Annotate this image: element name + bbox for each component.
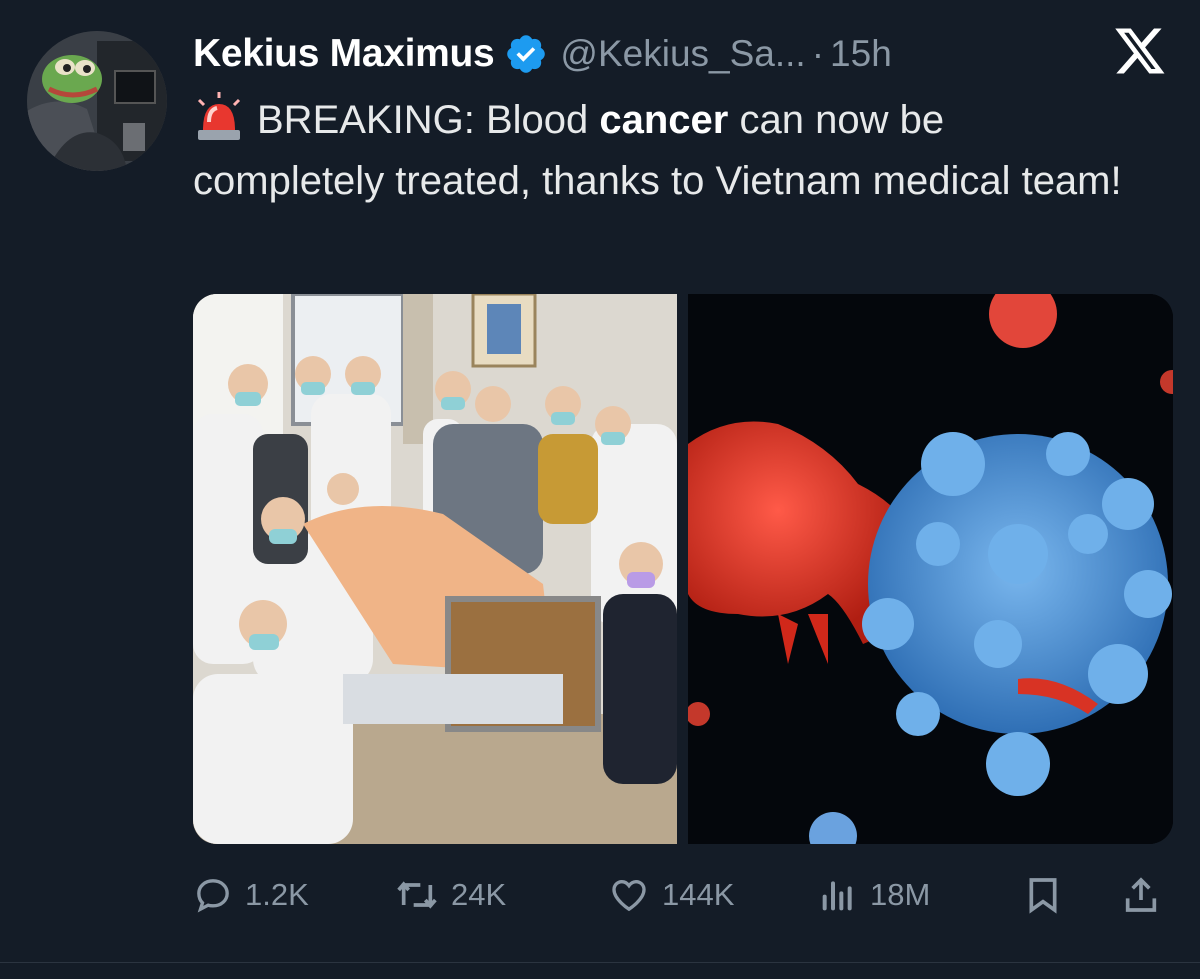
- hospital-group-photo[interactable]: [193, 294, 677, 844]
- rotating-light-icon: [197, 92, 241, 140]
- hospital-photo-illustration: [193, 294, 677, 844]
- share-icon: [1125, 877, 1157, 912]
- verified-badge-icon: [507, 35, 546, 73]
- views-count: 18M: [870, 877, 931, 912]
- repost-button[interactable]: 24K: [395, 865, 506, 925]
- media-divider: [677, 294, 688, 844]
- bookmark-icon: [1029, 878, 1057, 914]
- views-button[interactable]: 18M: [818, 865, 930, 925]
- tweet-text-bold: cancer: [599, 98, 729, 142]
- tweet-card: Kekius Maximus @Kekius_Sa... · 15h BREAK…: [0, 0, 1200, 979]
- heart-icon: [612, 879, 646, 912]
- repost-count: 24K: [451, 877, 507, 912]
- repost-icon: [397, 881, 437, 909]
- action-bar: 1.2K 24K 144K 18M: [193, 865, 1173, 925]
- bookmark-button[interactable]: [1023, 865, 1075, 925]
- reply-button[interactable]: 1.2K: [193, 865, 309, 925]
- cell-illustration[interactable]: [686, 294, 1173, 844]
- share-button[interactable]: [1121, 865, 1173, 925]
- author-avatar[interactable]: [27, 31, 167, 171]
- frog-avatar-icon: [27, 31, 167, 171]
- tweet-header: Kekius Maximus @Kekius_Sa... · 15h: [193, 26, 892, 82]
- cell-illustration-art: [686, 294, 1173, 844]
- author-handle[interactable]: @Kekius_Sa...: [560, 33, 805, 75]
- separator-dot: ·: [811, 33, 825, 74]
- divider: [0, 962, 1200, 963]
- like-button[interactable]: 144K: [608, 865, 734, 925]
- like-count: 144K: [662, 877, 735, 912]
- reply-count: 1.2K: [245, 877, 309, 912]
- post-time[interactable]: 15h: [830, 33, 892, 75]
- author-name[interactable]: Kekius Maximus: [193, 32, 495, 76]
- views-icon: [822, 881, 852, 911]
- tweet-text-part-1: BREAKING: Blood: [257, 98, 600, 142]
- reply-icon: [197, 879, 229, 913]
- tweet-text: BREAKING: Blood cancer can now be comple…: [193, 90, 1123, 212]
- x-logo-icon[interactable]: [1113, 26, 1167, 76]
- media-grid: [193, 294, 1173, 844]
